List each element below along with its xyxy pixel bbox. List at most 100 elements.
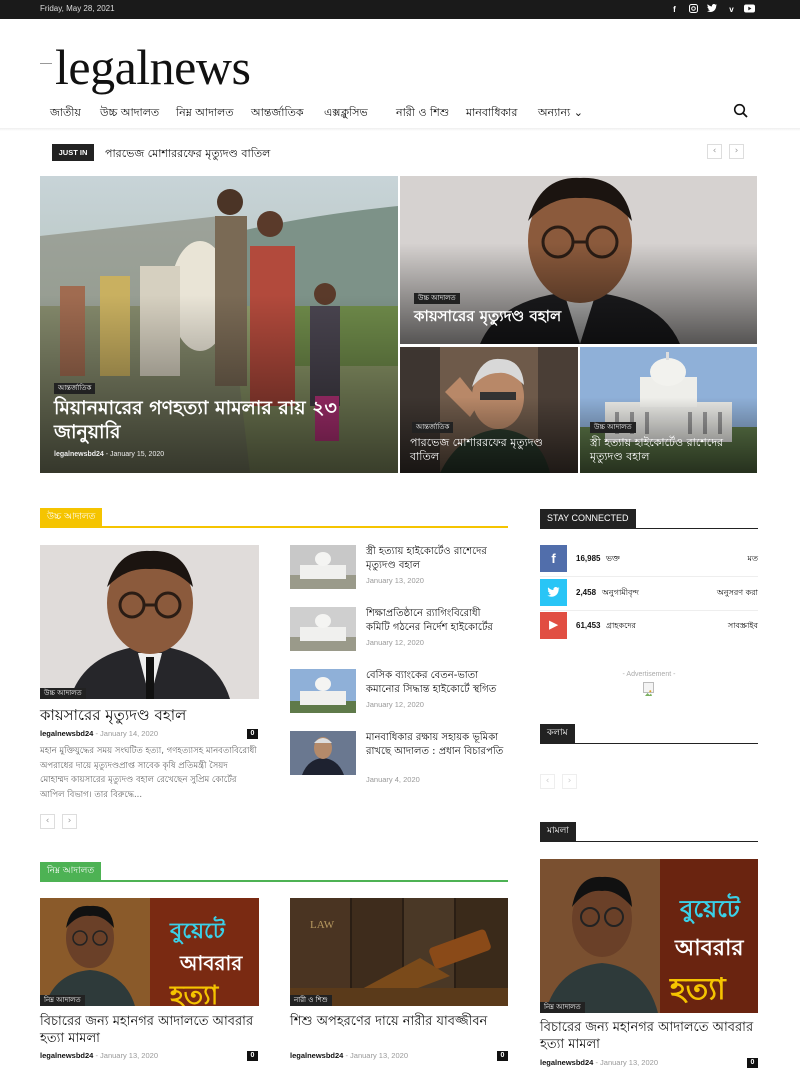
comment-count[interactable]: 0: [247, 729, 258, 739]
comment-count[interactable]: 0: [497, 1051, 508, 1061]
subscribe-button[interactable]: সাবস্ক্রাইব: [728, 620, 758, 633]
author-name[interactable]: legalnewsbd24: [40, 1051, 93, 1060]
post-title[interactable]: শিশু অপহরণের দায়ে নারীর যাবজ্জীবন: [290, 1013, 505, 1030]
list-item-date: January 12, 2020: [366, 638, 424, 647]
twitter-icon[interactable]: [706, 4, 717, 15]
list-item-thumbnail[interactable]: [290, 607, 356, 651]
like-button[interactable]: মত: [748, 553, 758, 566]
hero-main-title[interactable]: মিয়ানমারের গণহত্যা মামলার রায় ২৩ জানুয…: [54, 396, 354, 444]
post-image[interactable]: LAW নারী ও শিশু: [290, 898, 508, 1006]
youtube-icon[interactable]: [744, 4, 755, 15]
list-item-title[interactable]: স্ত্রী হত্যায় হাইকোর্টেও রাশেদের মৃত্যু…: [366, 545, 506, 572]
post-image[interactable]: বুয়েটে আবরার হত্যা নিম্ন আদালত: [40, 898, 259, 1006]
list-item-thumbnail[interactable]: [290, 731, 356, 775]
category-badge[interactable]: আন্তর্জাতিক: [412, 422, 454, 433]
vimeo-icon[interactable]: v: [726, 4, 737, 15]
post-meta: legalnewsbd24 - January 13, 2020: [40, 1051, 158, 1060]
section-title: STAY CONNECTED: [540, 509, 636, 528]
subscriber-label: গ্রাহকদের: [606, 621, 636, 630]
nav-item-human-rights[interactable]: মানবাধিকার: [466, 104, 517, 123]
ticker-prev-button[interactable]: ‹: [707, 144, 722, 159]
lower-court-section-header: নিম্ন আদালত: [40, 862, 508, 882]
top-bar: Friday, May 28, 2021 f v: [0, 0, 800, 19]
hero-bottom-left-tile[interactable]: আন্তর্জাতিক পারভেজ মোশাররফের মৃত্যুদণ্ড …: [400, 347, 578, 473]
case-section-header: মামলা: [540, 822, 758, 842]
featured-post-image[interactable]: উচ্চ আদালত: [40, 545, 259, 699]
hero-top-right-title[interactable]: কায়সারের মৃত্যুদণ্ড বহাল: [414, 306, 714, 326]
nav-item-lower-court[interactable]: নিম্ন আদালত: [176, 104, 234, 123]
list-item-title[interactable]: শিক্ষাপ্রতিষ্ঠানে র‍্যাগিংবিরোধী কমিটি গ…: [366, 607, 506, 634]
nav-item-national[interactable]: জাতীয়: [50, 104, 81, 123]
column-prev-button[interactable]: ‹: [540, 774, 555, 789]
comment-count[interactable]: 0: [247, 1051, 258, 1061]
youtube-icon[interactable]: ▶: [540, 612, 567, 639]
list-item-date: January 4, 2020: [366, 775, 420, 784]
current-date: Friday, May 28, 2021: [40, 4, 115, 13]
broken-image-icon[interactable]: [643, 682, 654, 696]
social-counter-facebook[interactable]: f 16,985 ভক্ত মত: [540, 545, 758, 577]
hero-bottom-right-title[interactable]: স্ত্রী হত্যায় হাইকোর্টেও রাশেদের মৃত্যু…: [590, 436, 750, 464]
section-title[interactable]: নিম্ন আদালত: [40, 862, 102, 881]
nav-item-others[interactable]: অন্যান্য ⌄: [538, 104, 583, 123]
nav-item-exclusive[interactable]: এক্সক্লুসিভ: [324, 104, 368, 123]
author-name[interactable]: legalnewsbd24: [290, 1051, 343, 1060]
nav-item-high-court[interactable]: উচ্চ আদালত: [100, 104, 159, 123]
facebook-icon[interactable]: f: [669, 4, 680, 15]
author-name[interactable]: legalnewsbd24: [40, 729, 93, 738]
list-item-title[interactable]: মানবাধিকার রক্ষায় সহায়ক ভূমিকা রাখছে আ…: [366, 731, 506, 758]
facebook-icon[interactable]: f: [540, 545, 567, 572]
social-counter-twitter[interactable]: 2,458 অনুগামীবৃন্দ অনুসরণ করা: [540, 579, 758, 611]
category-badge[interactable]: উচ্চ আদালত: [590, 422, 636, 433]
post-title[interactable]: বিচারের জন্য মহানগর আদালতে আবরার হত্যা ম…: [40, 1013, 255, 1047]
block-next-button[interactable]: ›: [62, 814, 77, 829]
instagram-icon[interactable]: [688, 4, 699, 15]
twitter-icon[interactable]: [540, 579, 567, 606]
follower-count: 16,985: [576, 554, 601, 563]
follower-count: 2,458: [576, 588, 597, 597]
advertisement-label: - Advertisement -: [622, 671, 676, 678]
site-logo[interactable]: legalnews: [55, 38, 251, 96]
list-item-date: January 13, 2020: [366, 576, 424, 585]
hero-main-tile[interactable]: আন্তর্জাতিক মিয়ানমারের গণহত্যা মামলার র…: [40, 176, 398, 473]
category-badge[interactable]: নারী ও শিশু: [290, 995, 332, 1006]
section-title[interactable]: উচ্চ আদালত: [40, 508, 103, 527]
comment-count[interactable]: 0: [747, 1058, 758, 1068]
hero-main-meta: legalnewsbd24 - January 15, 2020: [54, 451, 165, 458]
section-title[interactable]: কলাম: [540, 724, 575, 743]
block-prev-button[interactable]: ‹: [40, 814, 55, 829]
abrar-poster-photo: বুয়েটে আবরার হত্যা: [540, 859, 758, 1013]
ticker-next-button[interactable]: ›: [729, 144, 744, 159]
list-item-thumbnail[interactable]: [290, 545, 356, 589]
poster-word-1: বুয়েটে: [679, 893, 741, 924]
post-date: January 14, 2020: [100, 729, 158, 738]
post-image[interactable]: বুয়েটে আবরার হত্যা নিম্ন আদালত: [540, 859, 758, 1013]
column-section-header: কলাম: [540, 724, 758, 744]
post-meta: legalnewsbd24 - January 13, 2020: [540, 1058, 658, 1067]
hero-top-right-tile[interactable]: উচ্চ আদালত কায়সারের মৃত্যুদণ্ড বহাল: [400, 176, 757, 344]
author-name[interactable]: legalnewsbd24: [540, 1058, 593, 1067]
column-next-button[interactable]: ›: [562, 774, 577, 789]
author-name[interactable]: legalnewsbd24: [54, 451, 104, 458]
featured-post-title[interactable]: কায়সারের মৃত্যুদণ্ড বহাল: [40, 704, 186, 729]
nav-item-women-children[interactable]: নারী ও শিশু: [396, 104, 449, 123]
category-badge[interactable]: নিম্ন আদালত: [40, 995, 85, 1006]
hero-bottom-left-title[interactable]: পারভেজ মোশাররফের মৃত্যুদণ্ড বাতিল: [410, 436, 570, 464]
category-badge[interactable]: উচ্চ আদালত: [40, 688, 86, 699]
book-spine-text: LAW: [310, 919, 335, 931]
hero-bottom-right-tile[interactable]: উচ্চ আদালত স্ত্রী হত্যায় হাইকোর্টেও রাশ…: [580, 347, 757, 473]
category-badge[interactable]: নিম্ন আদালত: [540, 1002, 585, 1013]
category-badge[interactable]: উচ্চ আদালত: [414, 293, 460, 304]
section-title[interactable]: মামলা: [540, 822, 576, 841]
list-item-title[interactable]: বেসিক ব্যাংকের বেতন-ভাতা কমানোর সিদ্ধান্…: [366, 669, 506, 696]
follow-button[interactable]: অনুসরণ করা: [717, 587, 758, 600]
search-icon[interactable]: [733, 103, 749, 119]
poster-word-2: আবরার: [674, 936, 744, 961]
social-counter-youtube[interactable]: ▶ 61,453 গ্রাহকদের সাবস্ক্রাইব: [540, 612, 758, 640]
just-in-headline[interactable]: পারভেজ মোশাররফের মৃত্যুদণ্ড বাতিল: [105, 145, 270, 164]
court-building-photo: [290, 545, 356, 589]
category-badge[interactable]: আন্তর্জাতিক: [54, 383, 96, 394]
nav-item-international[interactable]: আন্তর্জাতিক: [251, 104, 304, 123]
subscriber-count: 61,453: [576, 621, 601, 630]
list-item-thumbnail[interactable]: [290, 669, 356, 713]
post-title[interactable]: বিচারের জন্য মহানগর আদালতে আবরার হত্যা ম…: [540, 1019, 758, 1053]
